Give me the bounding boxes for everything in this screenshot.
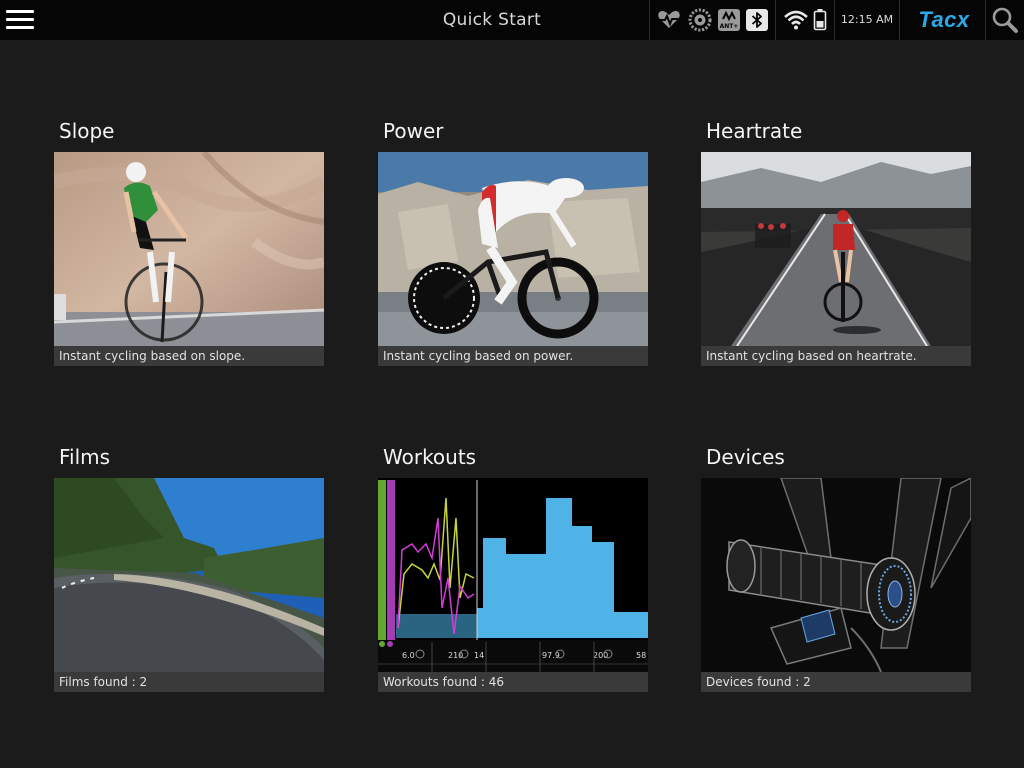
tile-title: Films: [59, 445, 111, 469]
bluetooth-icon: [745, 8, 769, 32]
tile-caption: Instant cycling based on heartrate.: [701, 346, 971, 366]
tile-caption: Films found : 2: [54, 672, 324, 692]
tile-title: Workouts: [383, 445, 477, 469]
tile-title: Power: [383, 119, 444, 143]
devices-trainer-image: [701, 478, 971, 672]
divider: [834, 0, 835, 40]
readout-value: 200: [593, 651, 608, 660]
tile-caption: Instant cycling based on power.: [378, 346, 648, 366]
tile-caption: Instant cycling based on slope.: [54, 346, 324, 366]
heart-sensor-icon: [656, 8, 680, 32]
top-bar: Quick Start ANT+ 12:15 AM Tacx: [0, 0, 1024, 40]
ant-plus-icon: ANT+: [717, 8, 741, 32]
wifi-icon: [783, 8, 808, 32]
divider: [649, 0, 650, 40]
search-icon[interactable]: [990, 6, 1020, 34]
tile-caption: Devices found : 2: [701, 672, 971, 692]
slope-cyclist-image: [54, 152, 324, 346]
clock: 12:15 AM: [840, 13, 894, 26]
tile-title: Heartrate: [706, 119, 803, 143]
heartrate-cyclist-image: [701, 152, 971, 346]
cadence-sensor-icon: [688, 8, 712, 32]
tile-caption: Workouts found : 46: [378, 672, 648, 692]
divider: [985, 0, 986, 40]
readout-value: 97.9: [542, 651, 560, 660]
divider: [899, 0, 900, 40]
brand-logo: Tacx: [918, 7, 970, 32]
films-road-image: [54, 478, 324, 672]
tile-title: Devices: [706, 445, 785, 469]
tile-title: Slope: [59, 119, 115, 143]
readout-value: 210: [448, 651, 463, 660]
divider: [775, 0, 776, 40]
power-cyclist-image: [378, 152, 648, 346]
readout-value: 14: [474, 651, 484, 660]
workout-chart-image: 6.0 210 14 97.9 200 58: [378, 478, 648, 672]
readout-value: 58: [636, 651, 646, 660]
readout-value: 6.0: [402, 651, 415, 660]
ant-plus-label: ANT+: [720, 23, 739, 30]
